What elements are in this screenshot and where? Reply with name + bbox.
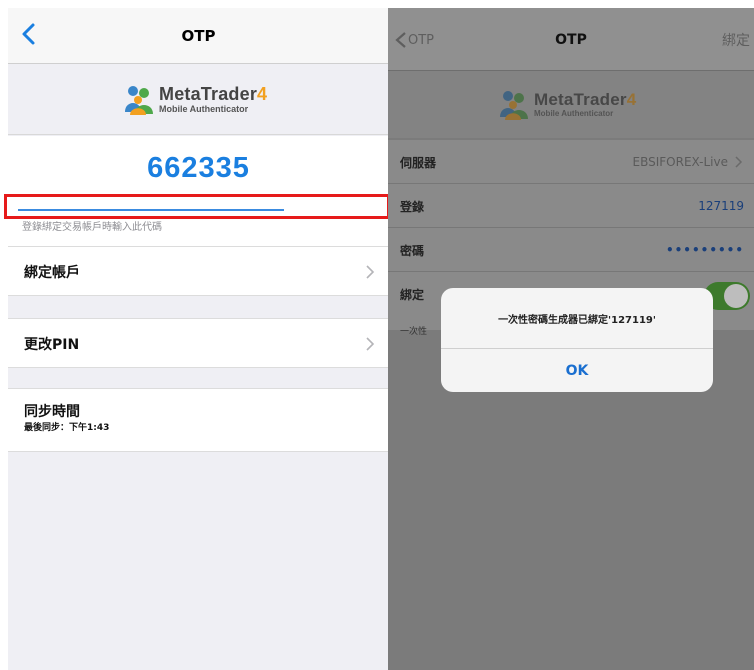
login-row[interactable]: 登錄 127119 — [388, 184, 754, 228]
logo-brand: MetaTrader — [159, 83, 258, 104]
bind-account-label: 綁定帳戶 — [24, 265, 80, 281]
logo-band: MetaTrader4 Mobile Authenticator — [8, 65, 389, 135]
toggle-knob — [724, 284, 748, 308]
logo-version: 4 — [626, 89, 637, 109]
back-button[interactable]: OTP — [394, 32, 434, 48]
last-sync-text: 最後同步：下午1:43 — [24, 423, 110, 433]
otp-code: 662335 — [147, 152, 250, 184]
change-pin-row[interactable]: 更改PIN — [8, 318, 389, 368]
bind-button[interactable]: 綁定 — [722, 30, 750, 50]
password-row[interactable]: 密碼 ••••••••• — [388, 228, 754, 272]
chevron-right-icon — [366, 265, 375, 279]
logo-subtitle: Mobile Authenticator — [534, 108, 614, 118]
metatrader-logo: MetaTrader4 Mobile Authenticator — [496, 87, 636, 121]
password-value: ••••••••• — [665, 243, 744, 257]
metatrader-figures-icon — [500, 91, 528, 120]
sync-time-row[interactable]: 同步時間 最後同步：下午1:43 — [8, 388, 389, 452]
nav-title: OTP — [181, 27, 216, 45]
server-value-wrap: EBSIFOREX-Live — [633, 140, 744, 184]
login-label: 登錄 — [400, 199, 425, 214]
change-pin-label: 更改PIN — [24, 337, 80, 353]
password-label: 密碼 — [400, 243, 425, 258]
chevron-right-icon — [366, 337, 375, 351]
highlight-box — [4, 194, 390, 219]
logo-brand: MetaTrader — [534, 89, 627, 109]
metatrader-logo: MetaTrader4 Mobile Authenticator — [121, 82, 267, 116]
back-chevron-icon — [395, 32, 406, 48]
server-row[interactable]: 伺服器 EBSIFOREX-Live — [388, 140, 754, 184]
hint-fragment: 一次性 — [400, 327, 428, 337]
back-chevron-icon[interactable] — [18, 22, 42, 46]
logo-band: MetaTrader4 Mobile Authenticator — [388, 71, 754, 138]
alert-message: 一次性密碼生成器已綁定'127119' — [498, 314, 656, 326]
back-label: OTP — [408, 32, 435, 48]
metatrader-figures-icon — [125, 86, 153, 115]
ok-button[interactable]: OK — [441, 348, 713, 392]
bind-account-row[interactable]: 綁定帳戶 — [8, 246, 389, 296]
server-value: EBSIFOREX-Live — [632, 155, 728, 169]
server-label: 伺服器 — [400, 155, 437, 170]
bind-label: 綁定 — [400, 287, 425, 302]
chevron-right-icon — [735, 156, 743, 168]
logo-version: 4 — [257, 83, 268, 104]
logo-subtitle: Mobile Authenticator — [159, 103, 249, 114]
otp-hint: 登錄綁定交易帳戶時輸入此代碼 — [22, 222, 162, 233]
sync-time-title: 同步時間 — [24, 404, 80, 420]
nav-title: OTP — [555, 31, 587, 48]
alert-dialog: 一次性密碼生成器已綁定'127119' OK — [441, 288, 713, 392]
left-screen: OTP MetaTrader4 Mobile Authenticator 662… — [8, 8, 389, 670]
login-value: 127119 — [698, 199, 744, 213]
